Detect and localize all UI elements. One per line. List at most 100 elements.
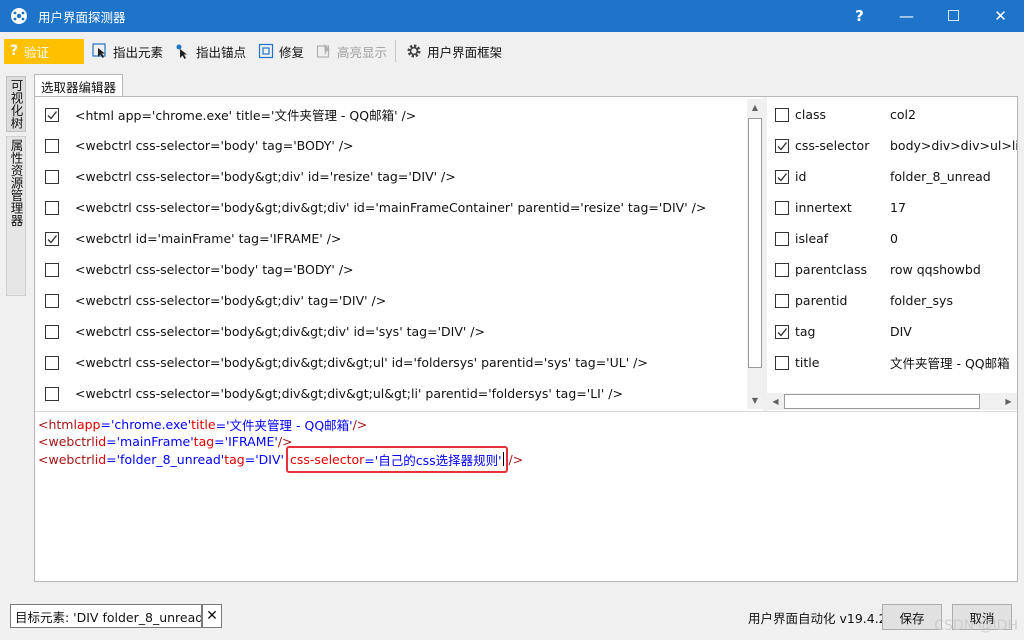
selector-node-list: <html app='chrome.exe' title='文件夹管理 - QQ… bbox=[37, 99, 763, 409]
horizontal-scroll-thumb[interactable] bbox=[784, 394, 980, 409]
selector-row-text: <webctrl css-selector='body&gt;div&gt;di… bbox=[75, 355, 648, 370]
attribute-row[interactable]: id folder_8_unread bbox=[767, 161, 1017, 192]
attribute-name: parentid bbox=[795, 293, 848, 308]
editor-attr: title bbox=[191, 417, 216, 432]
attribute-row[interactable]: title 文件夹管理 - QQ邮箱 bbox=[767, 347, 1017, 378]
selector-row-checkbox[interactable] bbox=[45, 355, 59, 370]
close-button[interactable]: ✕ bbox=[977, 0, 1024, 32]
version-label: 用户界面自动化 v19.4.2 bbox=[748, 611, 887, 626]
attribute-row[interactable]: parentid folder_sys bbox=[767, 285, 1017, 316]
vertical-scrollbar[interactable]: ▲ ▼ bbox=[747, 99, 763, 409]
editor-attr: app bbox=[76, 417, 101, 432]
attribute-row[interactable]: tag DIV bbox=[767, 316, 1017, 347]
selector-row-text: <webctrl css-selector='body' tag='BODY' … bbox=[75, 138, 354, 153]
attribute-list: class col2 css-selector body>div>div>ul>li>… bbox=[767, 99, 1017, 409]
attribute-checkbox[interactable] bbox=[775, 293, 789, 308]
selector-row-text: <webctrl css-selector='body&gt;div&gt;di… bbox=[75, 386, 623, 401]
selector-row-text: <webctrl css-selector='body&gt;div&gt;di… bbox=[75, 324, 485, 339]
selector-row-text: <html app='chrome.exe' title='文件夹管理 - QQ… bbox=[75, 108, 417, 123]
indicate-element-label: 指出元素 bbox=[113, 44, 164, 60]
save-button[interactable]: 保存 bbox=[882, 604, 942, 630]
editor-value: ='mainFrame' bbox=[106, 434, 194, 449]
attribute-name: id bbox=[795, 169, 807, 184]
attribute-value: row qqshowbd bbox=[890, 262, 981, 277]
highlight-button[interactable]: 高亮显示 bbox=[314, 39, 389, 64]
tab-visual-tree[interactable]: 可视化树 bbox=[6, 76, 26, 132]
selector-row-text: <webctrl id='mainFrame' tag='IFRAME' /> bbox=[75, 231, 342, 246]
attribute-name: class bbox=[795, 107, 827, 122]
attribute-value: folder_sys bbox=[890, 293, 953, 308]
help-button[interactable]: ? bbox=[836, 0, 883, 32]
editor-value: ='folder_8_unread' bbox=[106, 451, 225, 467]
question-icon: ? bbox=[10, 43, 19, 59]
minimize-button[interactable]: — bbox=[883, 0, 930, 32]
indicate-anchor-button[interactable]: 指出锚点 bbox=[173, 39, 248, 64]
scroll-right-arrow-icon[interactable]: ▶ bbox=[1000, 393, 1017, 410]
editor-attr: tag bbox=[224, 451, 245, 467]
selector-row-checkbox[interactable] bbox=[45, 138, 59, 153]
attribute-row[interactable]: class col2 bbox=[767, 99, 1017, 130]
attribute-name: innertext bbox=[795, 200, 852, 215]
selector-row-checkbox[interactable] bbox=[45, 262, 59, 277]
attribute-checkbox[interactable] bbox=[775, 200, 789, 215]
attribute-value: folder_8_unread bbox=[890, 169, 991, 184]
attribute-row[interactable]: isleaf 0 bbox=[767, 223, 1017, 254]
selector-row[interactable]: <webctrl css-selector='body&gt;div&gt;di… bbox=[37, 192, 749, 223]
cursor-box-icon bbox=[92, 43, 108, 59]
toolbar: ? 验证 指出元素 指出锚点 修复 高亮显示 用户界面框架 bbox=[0, 34, 1024, 68]
horizontal-scrollbar[interactable]: ◀ ▶ bbox=[767, 393, 1017, 410]
ui-framework-button[interactable]: 用户界面框架 bbox=[404, 39, 504, 64]
verify-button[interactable]: ? 验证 bbox=[4, 38, 84, 64]
indicate-element-button[interactable]: 指出元素 bbox=[90, 39, 165, 64]
attribute-row[interactable]: parentclass row qqshowbd bbox=[767, 254, 1017, 285]
selector-row-checkbox[interactable] bbox=[45, 169, 59, 184]
selector-row[interactable]: <webctrl css-selector='body&gt;div' tag=… bbox=[37, 285, 749, 316]
attribute-checkbox[interactable] bbox=[775, 231, 789, 246]
scroll-up-arrow-icon[interactable]: ▲ bbox=[747, 99, 763, 116]
selector-row[interactable]: <webctrl css-selector='body' tag='BODY' … bbox=[37, 254, 749, 285]
attribute-checkbox[interactable] bbox=[775, 107, 789, 122]
scroll-thumb[interactable] bbox=[748, 118, 762, 368]
selector-row-checkbox[interactable] bbox=[45, 231, 59, 246]
selector-editor-panel: <html app='chrome.exe' title='文件夹管理 - QQ… bbox=[34, 96, 1018, 582]
repair-button[interactable]: 修复 bbox=[256, 39, 306, 64]
selector-row[interactable]: <webctrl css-selector='body&gt;div&gt;di… bbox=[37, 347, 749, 378]
title-bar: 用户界面探测器 ? — ☐ ✕ bbox=[0, 0, 1024, 32]
attribute-checkbox[interactable] bbox=[775, 355, 789, 370]
editor-tag: <html bbox=[38, 417, 77, 432]
selector-row[interactable]: <webctrl css-selector='body&gt;div&gt;di… bbox=[37, 378, 749, 409]
selector-row[interactable]: <webctrl css-selector='body' tag='BODY' … bbox=[37, 130, 749, 161]
attribute-checkbox[interactable] bbox=[775, 169, 789, 184]
editor-attr: id bbox=[94, 434, 107, 449]
scroll-down-arrow-icon[interactable]: ▼ bbox=[747, 392, 763, 409]
window-title: 用户界面探测器 bbox=[38, 9, 126, 25]
selector-row[interactable]: <html app='chrome.exe' title='文件夹管理 - QQ… bbox=[37, 99, 749, 130]
selector-row-checkbox[interactable] bbox=[45, 293, 59, 308]
editor-line: <html app ='chrome.exe' title ='文件夹管理 - QQ… bbox=[38, 416, 367, 433]
selector-row[interactable]: <webctrl css-selector='body&gt;div&gt;di… bbox=[37, 316, 749, 347]
selector-row-checkbox[interactable] bbox=[45, 200, 59, 215]
selector-row-checkbox[interactable] bbox=[45, 324, 59, 339]
verify-label: 验证 bbox=[24, 44, 50, 60]
attribute-checkbox[interactable] bbox=[775, 324, 789, 339]
attribute-checkbox[interactable] bbox=[775, 138, 789, 153]
editor-attr: id bbox=[94, 451, 107, 467]
selector-row-text: <webctrl css-selector='body&gt;div' id='… bbox=[75, 169, 456, 184]
selector-row-text: <webctrl css-selector='body&gt;div' tag=… bbox=[75, 293, 387, 308]
attribute-row[interactable]: innertext 17 bbox=[767, 192, 1017, 223]
clear-target-icon[interactable]: ✕ bbox=[202, 604, 222, 628]
gear-icon bbox=[406, 43, 422, 59]
attribute-checkbox[interactable] bbox=[775, 262, 789, 277]
tab-selector-editor[interactable]: 选取器编辑器 bbox=[34, 74, 124, 97]
editor-tag-close: /> bbox=[352, 417, 368, 432]
selector-text-editor[interactable]: <html app ='chrome.exe' title ='文件夹管理 - QQ… bbox=[35, 411, 1017, 581]
selector-row[interactable]: <webctrl css-selector='body&gt;div' id='… bbox=[37, 161, 749, 192]
tab-property-explorer[interactable]: 属性资源管理器 bbox=[6, 136, 26, 296]
editor-attr: tag bbox=[193, 434, 215, 449]
selector-row[interactable]: <webctrl id='mainFrame' tag='IFRAME' /> bbox=[37, 223, 749, 254]
attribute-row[interactable]: css-selector body>div>div>ul>li> bbox=[767, 130, 1017, 161]
scroll-left-arrow-icon[interactable]: ◀ bbox=[767, 393, 784, 410]
selector-row-checkbox[interactable] bbox=[45, 386, 59, 401]
maximize-button[interactable]: ☐ bbox=[930, 0, 977, 32]
selector-row-checkbox[interactable] bbox=[45, 107, 59, 122]
